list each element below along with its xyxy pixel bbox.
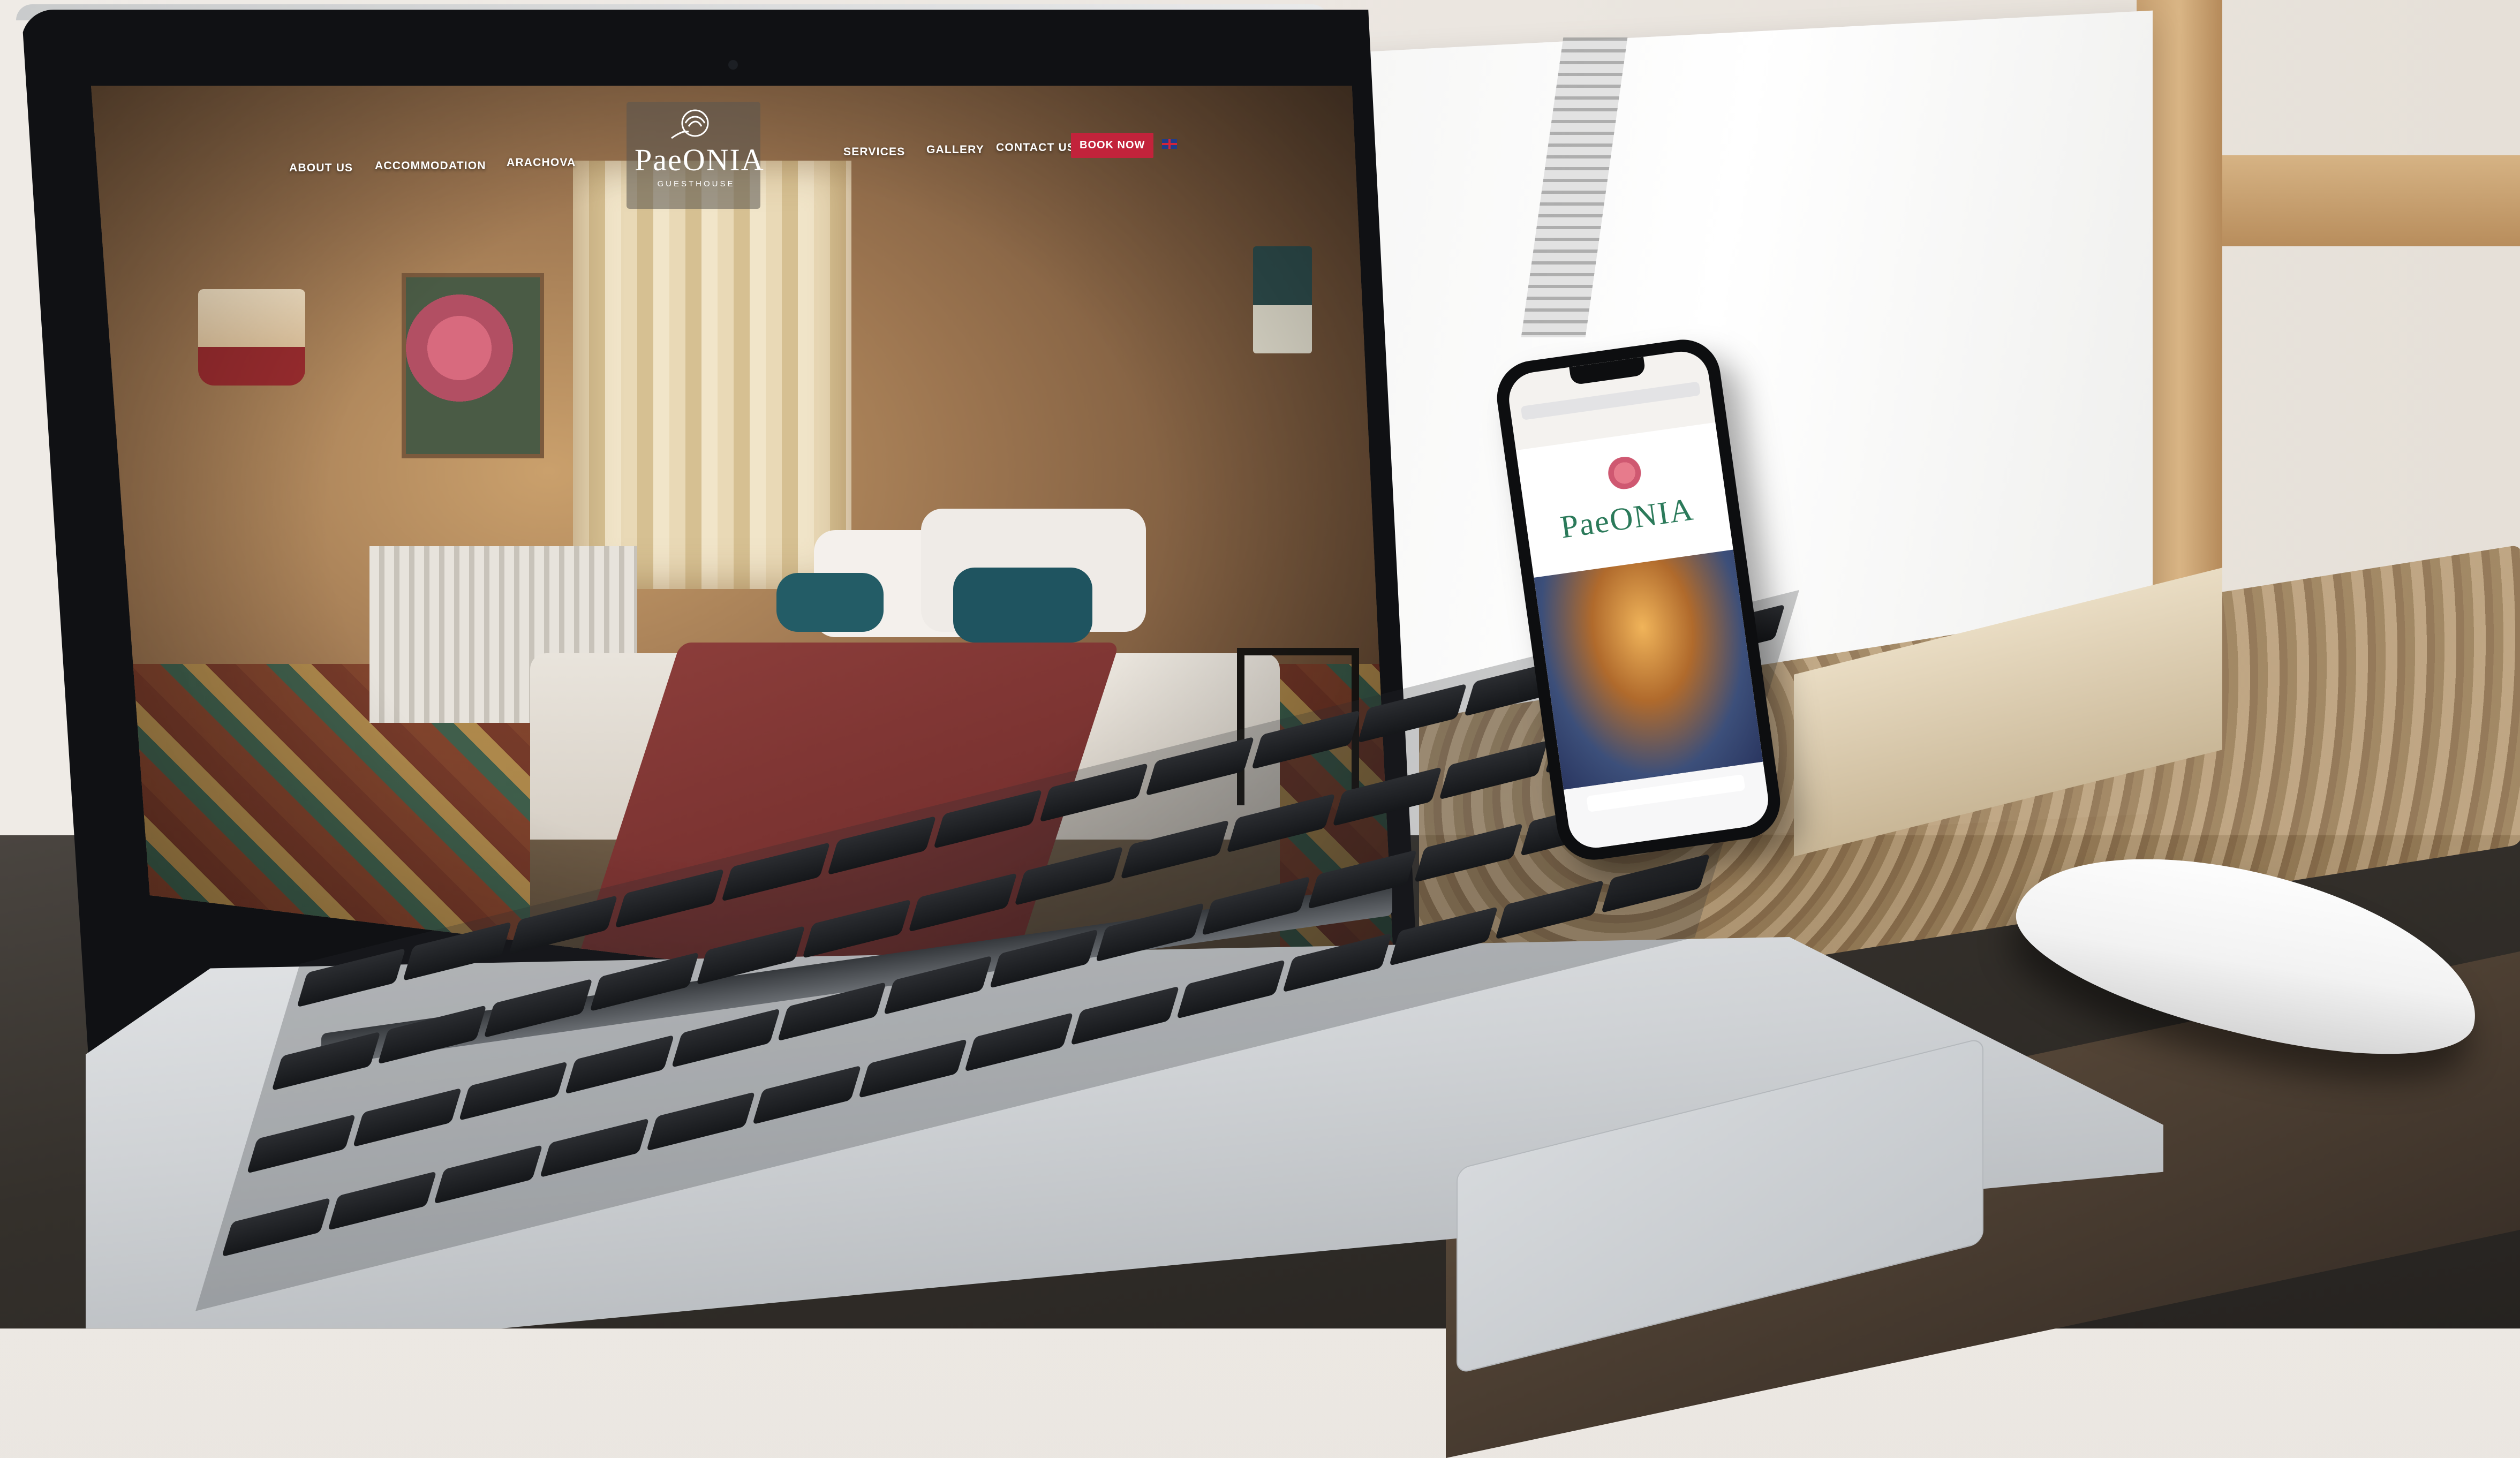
key	[989, 929, 1099, 988]
key	[378, 1004, 487, 1064]
phone-address-bar[interactable]	[1520, 381, 1701, 420]
phone-body: PaeONIA	[1492, 335, 1785, 865]
key	[565, 1034, 674, 1094]
key	[1095, 902, 1205, 962]
book-now-button[interactable]: BOOK NOW	[1071, 133, 1154, 158]
key	[459, 1061, 568, 1121]
key	[1014, 846, 1124, 905]
key	[1226, 793, 1336, 852]
nav-arachova[interactable]: ARACHOVA	[507, 156, 576, 169]
key	[908, 872, 1017, 932]
key	[777, 981, 887, 1041]
key	[246, 1114, 356, 1174]
key	[1495, 880, 1604, 940]
key	[964, 1012, 1074, 1072]
key	[1332, 766, 1442, 826]
key	[1070, 985, 1180, 1045]
nav-gallery[interactable]: GALLERY	[926, 143, 984, 156]
logo-wordmark: PaeONIA	[635, 142, 765, 177]
key	[1282, 933, 1392, 992]
key	[1389, 906, 1498, 966]
key	[802, 898, 911, 958]
wooden-frame-horizontal	[2222, 155, 2520, 246]
key	[434, 1144, 544, 1204]
key	[696, 925, 805, 985]
key	[328, 1170, 437, 1230]
key	[752, 1065, 862, 1124]
phone-screen: PaeONIA	[1505, 348, 1772, 851]
key	[1120, 819, 1230, 879]
key	[646, 1091, 756, 1151]
logo-subtitle: GUESTHOUSE	[657, 179, 735, 188]
nav-accommodation[interactable]: ACCOMMODATION	[375, 160, 486, 172]
phone-hero-image	[1534, 549, 1763, 790]
key	[1202, 876, 1311, 936]
camera-icon	[728, 60, 738, 70]
key	[671, 1008, 780, 1068]
nav-about-us[interactable]: ABOUT US	[289, 162, 353, 175]
nav-services[interactable]: SERVICES	[843, 146, 905, 158]
phone-logo-wordmark: PaeONIA	[1558, 491, 1696, 545]
key	[590, 951, 699, 1011]
key	[883, 955, 993, 1015]
smartphone: PaeONIA	[1478, 335, 1821, 873]
key	[484, 978, 593, 1038]
key	[858, 1038, 968, 1098]
peony-logo-icon	[1603, 454, 1646, 492]
key	[1308, 849, 1417, 909]
key	[352, 1087, 462, 1147]
uk-flag-icon[interactable]	[1162, 139, 1177, 149]
nav-contact-us[interactable]: CONTACT US	[996, 141, 1075, 154]
phone-notch	[1569, 357, 1646, 386]
key	[222, 1197, 331, 1257]
key	[1176, 959, 1286, 1019]
key	[540, 1117, 650, 1177]
peony-logo-icon	[671, 109, 709, 139]
key	[271, 1031, 381, 1091]
